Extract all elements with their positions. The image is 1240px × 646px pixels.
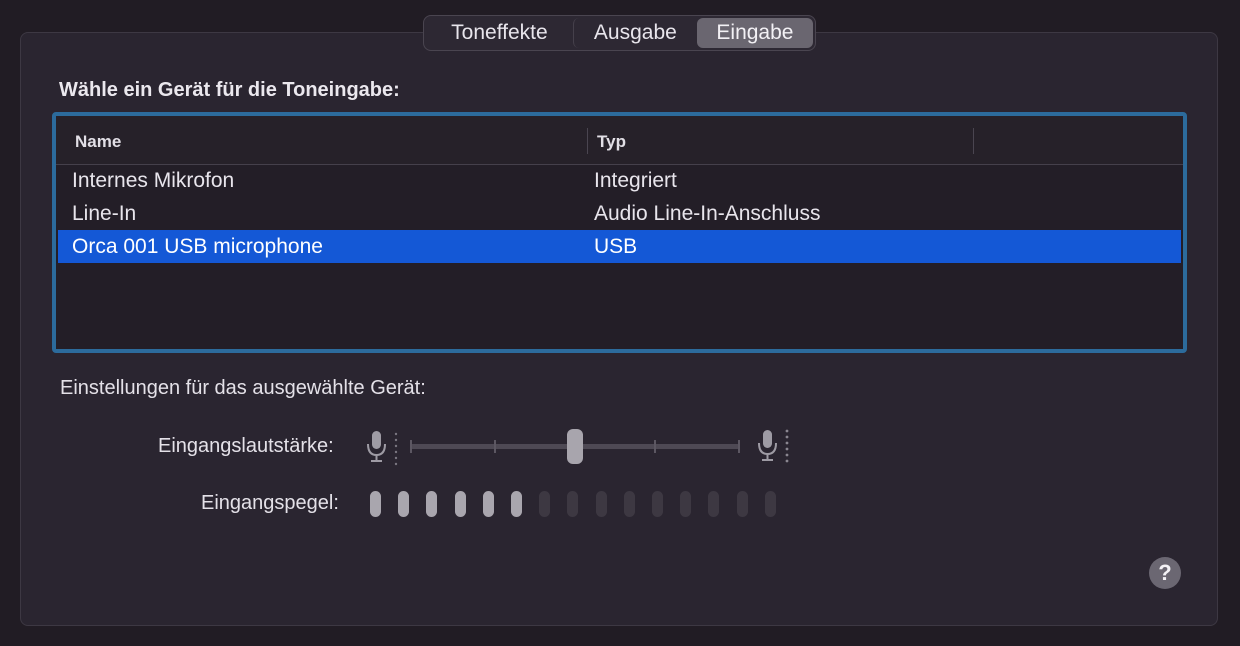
device-settings-label: Einstellungen für das ausgewählte Gerät: <box>60 377 426 399</box>
table-row-selected[interactable]: Orca 001 USB microphone USB <box>58 230 1181 263</box>
input-device-list[interactable]: Name Typ Internes Mikrofon Integriert Li… <box>52 112 1187 353</box>
tab-bar: Toneffekte Ausgabe Eingabe <box>423 15 816 51</box>
device-type: Integriert <box>594 169 677 192</box>
level-meter-segment <box>708 491 719 517</box>
tab-ausgabe[interactable]: Ausgabe <box>572 18 697 48</box>
level-meter-segment <box>483 491 494 517</box>
level-meter-segment <box>737 491 748 517</box>
level-meter-segment <box>765 491 776 517</box>
slider-tick <box>654 440 656 453</box>
level-meter-segment <box>370 491 381 517</box>
tab-eingabe[interactable]: Eingabe <box>696 18 813 48</box>
column-divider[interactable] <box>587 128 588 154</box>
column-header-type[interactable]: Typ <box>597 132 626 152</box>
list-header: Name Typ <box>56 116 1183 165</box>
level-meter-segment <box>455 491 466 517</box>
level-meter-segment <box>652 491 663 517</box>
input-level-label: Eingangspegel: <box>201 492 339 514</box>
section-title: Wähle ein Gerät für die Toneingabe: <box>59 79 400 101</box>
column-header-name[interactable]: Name <box>75 132 121 152</box>
help-button[interactable]: ? <box>1149 557 1181 589</box>
level-meter-segment <box>426 491 437 517</box>
level-meter-segment <box>624 491 635 517</box>
level-meter-segment <box>398 491 409 517</box>
microphone-low-icon <box>367 431 398 466</box>
input-volume-slider-knob[interactable] <box>567 429 583 464</box>
input-volume-label: Eingangslautstärke: <box>158 435 334 457</box>
device-name: Internes Mikrofon <box>72 169 235 192</box>
device-type: Audio Line-In-Anschluss <box>594 202 821 225</box>
level-meter-segment <box>539 491 550 517</box>
level-meter-segment <box>680 491 691 517</box>
level-meter-segment <box>511 491 522 517</box>
level-meter-segment <box>567 491 578 517</box>
table-row[interactable]: Internes Mikrofon Integriert <box>58 164 1181 197</box>
table-row[interactable]: Line-In Audio Line-In-Anschluss <box>58 197 1181 230</box>
device-name: Orca 001 USB microphone <box>72 235 323 258</box>
microphone-high-icon <box>758 429 789 463</box>
slider-tick <box>494 440 496 453</box>
slider-tick <box>738 440 740 453</box>
device-name: Line-In <box>72 202 137 225</box>
slider-tick <box>410 440 412 453</box>
level-meter-segment <box>596 491 607 517</box>
tab-toneffekte[interactable]: Toneffekte <box>426 18 573 48</box>
column-divider[interactable] <box>973 128 974 154</box>
device-type: USB <box>594 235 638 258</box>
